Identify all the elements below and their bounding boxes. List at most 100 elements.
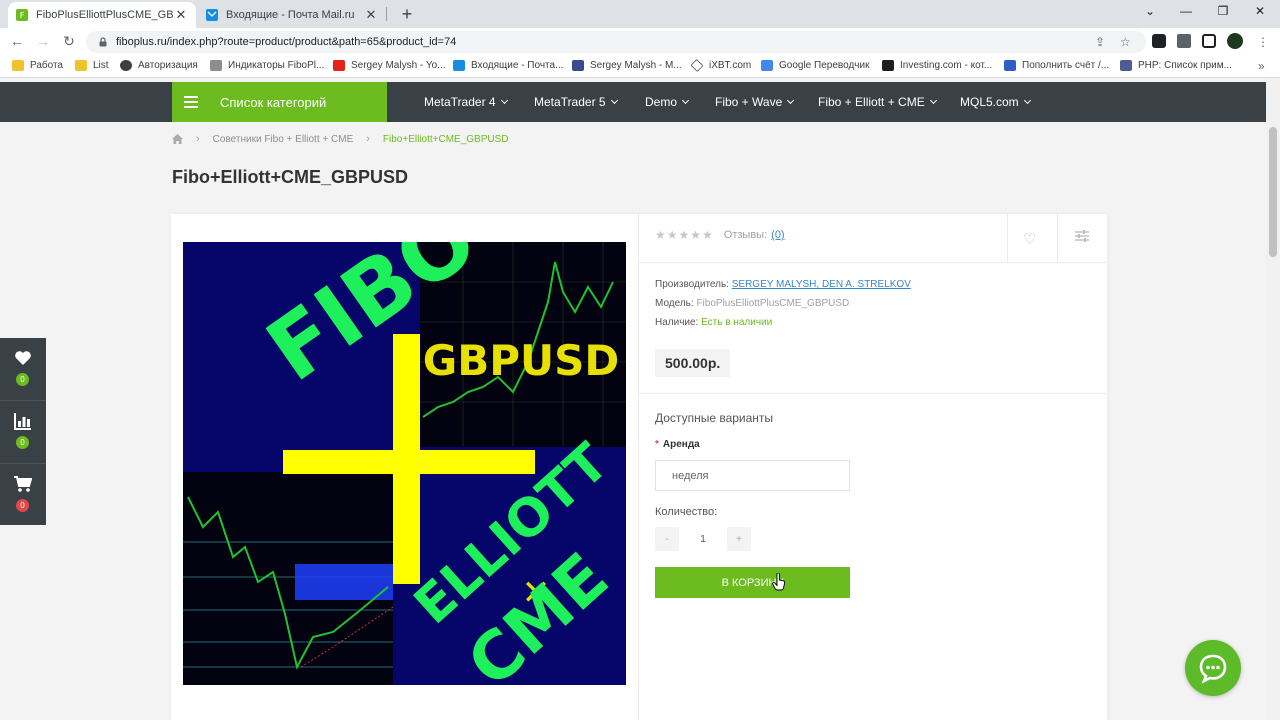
bookmark-item[interactable]: Входящие - Почта... — [453, 60, 563, 71]
cart-icon — [14, 476, 32, 492]
share-icon[interactable]: ⇪ — [1095, 35, 1105, 49]
page-scrollbar[interactable] — [1266, 79, 1280, 720]
home-icon[interactable] — [172, 134, 183, 144]
rent-option-label: * Аренда — [655, 439, 700, 450]
translate-icon — [761, 60, 773, 71]
menu-item-mql5[interactable]: MQL5.com — [960, 82, 1031, 122]
browser-tab-title: Входящие - Почта Mail.ru — [226, 9, 355, 21]
bar-chart-icon — [14, 413, 31, 430]
menu-item-fibo-wave[interactable]: Fibo + Wave — [715, 82, 795, 122]
compare-icon[interactable] — [1075, 230, 1089, 242]
chat-bubble-icon — [1199, 654, 1227, 684]
close-icon[interactable]: ✕ — [364, 7, 378, 23]
rent-select-value: неделя — [672, 469, 709, 482]
address-bar[interactable]: fiboplus.ru/index.php?route=product/prod… — [86, 31, 1146, 53]
breadcrumb-separator-icon: › — [196, 133, 200, 145]
tab-search-icon[interactable]: ⌄ — [1140, 4, 1160, 18]
new-tab-button[interactable]: + — [398, 4, 416, 25]
payment-icon — [1004, 60, 1016, 71]
mail-icon — [453, 60, 465, 71]
back-arrow-icon[interactable]: ← — [8, 33, 26, 49]
compare-shortcut[interactable]: 0 — [0, 401, 46, 463]
quantity-increase-button[interactable]: + — [727, 527, 751, 551]
more-bookmarks-icon[interactable]: » — [1258, 59, 1265, 73]
add-to-cart-button[interactable]: В КОРЗИНУ — [655, 567, 850, 598]
site-favicon-icon: F — [16, 9, 28, 21]
side-panel-icon[interactable] — [1202, 34, 1216, 48]
bookmark-star-icon[interactable]: ☆ — [1120, 35, 1131, 49]
page-title: Fibo+Elliott+CME_GBPUSD — [172, 167, 409, 187]
hand-cursor-icon — [772, 573, 786, 591]
quantity-input[interactable]: 1 — [685, 527, 721, 551]
cart-shortcut[interactable]: 0 — [0, 464, 46, 526]
floating-sidebar: 0 0 0 — [0, 338, 46, 525]
minimize-button[interactable]: — — [1176, 4, 1196, 18]
chevron-down-icon — [610, 96, 618, 105]
model-label: Модель: — [655, 298, 694, 309]
hamburger-icon — [184, 96, 198, 108]
bookmarks-bar: Работа List Авторизация Индикаторы FiboP… — [0, 56, 1280, 78]
avatar[interactable] — [1227, 33, 1243, 49]
bookmark-item[interactable]: Авторизация — [120, 60, 198, 71]
reviews-count-link[interactable]: (0) — [771, 229, 784, 241]
manufacturer-row: Производитель: SERGEY MALYSH, DEN A. STR… — [655, 279, 911, 290]
mail-favicon-icon — [206, 9, 218, 21]
chevron-down-icon — [1023, 96, 1031, 105]
rent-select[interactable]: неделя — [655, 460, 850, 491]
main-menu: Список категорий MetaTrader 4 MetaTrader… — [0, 82, 1266, 122]
restore-button[interactable]: ❐ — [1213, 4, 1233, 18]
chevron-down-icon — [787, 96, 795, 105]
menu-item-metatrader-5[interactable]: MetaTrader 5 — [534, 82, 618, 122]
wishlist-heart-icon[interactable]: ♡ — [1023, 230, 1036, 248]
menu-dots-icon[interactable]: ⋮ — [1257, 35, 1269, 49]
close-window-button[interactable]: ✕ — [1250, 4, 1270, 18]
categories-button[interactable]: Список категорий — [172, 82, 387, 122]
quantity-label: Количество: — [655, 506, 718, 518]
folder-icon — [12, 60, 24, 71]
wishlist-shortcut[interactable]: 0 — [0, 338, 46, 400]
scrollbar-thumb[interactable] — [1269, 127, 1277, 257]
close-icon[interactable]: ✕ — [174, 7, 188, 23]
puzzle-icon[interactable] — [1177, 34, 1191, 48]
row-divider — [639, 393, 1107, 394]
bookmark-item[interactable]: Google Переводчик — [761, 60, 869, 71]
action-divider — [1057, 214, 1058, 262]
ixbt-icon — [690, 58, 704, 73]
price: 500.00р. — [655, 349, 731, 377]
lock-icon — [99, 37, 107, 47]
menu-item-metatrader-4[interactable]: MetaTrader 4 — [424, 82, 508, 122]
cart-count-badge: 0 — [16, 499, 29, 512]
browser-toolbar: ← → ↻ fiboplus.ru/index.php?route=produc… — [0, 28, 1280, 56]
bookmark-item[interactable]: Investing.com - кот... — [882, 60, 992, 71]
bookmark-item[interactable]: Работа — [12, 60, 63, 71]
extension-icon[interactable] — [1152, 34, 1166, 48]
forward-arrow-icon[interactable]: → — [34, 33, 52, 49]
manufacturer-link[interactable]: SERGEY MALYSH, DEN A. STRELKOV — [732, 279, 911, 290]
youtube-icon — [333, 60, 345, 71]
browser-tab-mail[interactable]: Входящие - Почта Mail.ru ✕ — [198, 2, 386, 28]
bookmark-item[interactable]: iXBT.com — [690, 58, 751, 73]
breadcrumb-link[interactable]: Советники Fibo + Elliott + CME — [213, 134, 354, 145]
php-icon — [1120, 60, 1132, 71]
product-image[interactable]: FIBO GBPUSD ELLIOTT ✕ CME — [183, 242, 626, 685]
categories-label: Список категорий — [220, 94, 327, 110]
browser-tab-product[interactable]: F FiboPlusElliottPlusCME_GBPUSD ✕ — [8, 2, 196, 28]
bookmark-item[interactable]: Sergey Malysh - Yo... — [333, 60, 446, 71]
bookmark-item[interactable]: Индикаторы FiboPl... — [210, 60, 324, 71]
bookmark-item[interactable]: Пополнить счёт /... — [1004, 60, 1109, 71]
column-divider — [638, 214, 639, 720]
menu-item-fibo-elliott-cme[interactable]: Fibo + Elliott + CME — [818, 82, 937, 122]
chevron-down-icon — [500, 96, 508, 105]
image-text-pair: GBPUSD — [423, 336, 620, 385]
quantity-decrease-button[interactable]: - — [655, 527, 679, 551]
breadcrumb: › Советники Fibo + Elliott + CME › Fibo+… — [172, 133, 509, 145]
bookmark-item[interactable]: PHP: Список прим... — [1120, 60, 1232, 71]
chat-widget-button[interactable] — [1185, 640, 1241, 696]
menu-item-demo[interactable]: Demo — [645, 82, 690, 122]
breadcrumb-current: Fibo+Elliott+CME_GBPUSD — [382, 133, 509, 145]
breadcrumb-separator-icon: › — [366, 133, 370, 145]
bookmark-item[interactable]: List — [75, 60, 109, 71]
bookmark-item[interactable]: Sergey Malysh - M... — [572, 60, 682, 71]
reviews-label: Отзывы: — [723, 229, 768, 241]
reload-icon[interactable]: ↻ — [60, 33, 78, 50]
